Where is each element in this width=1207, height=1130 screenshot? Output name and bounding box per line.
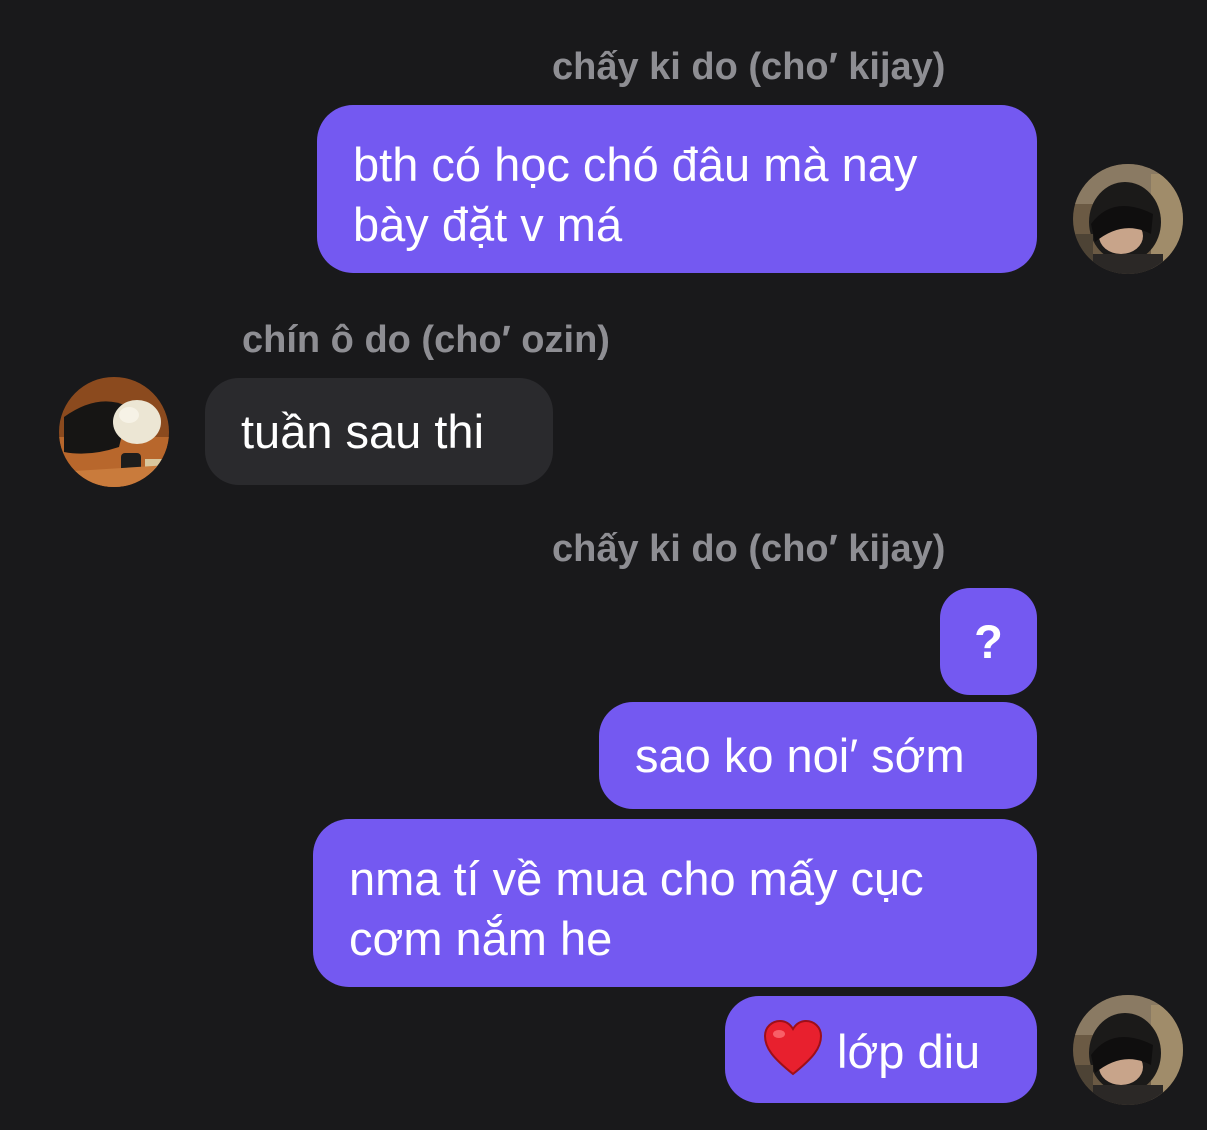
sender-name: chấy ki do (cho′ kijay) xyxy=(552,46,946,88)
message-bubble-outgoing[interactable]: ? xyxy=(940,588,1037,695)
message-text: ? xyxy=(974,615,1003,668)
user-photo-avatar-icon xyxy=(59,377,169,487)
incoming-user-avatar[interactable] xyxy=(59,377,169,487)
message-text: sao ko noi′ sớm xyxy=(635,729,965,782)
user-photo-avatar-icon xyxy=(1073,164,1183,274)
user-photo-avatar-icon xyxy=(1073,995,1183,1105)
message-text: cơm nắm he xyxy=(349,912,613,965)
message-text: nma tí về mua cho mấy cục xyxy=(349,852,924,905)
outgoing-user-avatar[interactable] xyxy=(1073,995,1183,1105)
message-text: bth có học chó đâu mà nay xyxy=(353,138,918,191)
sender-name: chấy ki do (cho′ kijay) xyxy=(552,528,946,570)
message-bubble-outgoing[interactable]: bth có học chó đâu mà nay bày đặt v má xyxy=(317,105,1037,273)
message-text: tuần sau thi xyxy=(241,405,485,458)
message-bubble-outgoing[interactable]: sao ko noi′ sớm xyxy=(599,702,1037,809)
outgoing-user-avatar[interactable] xyxy=(1073,164,1183,274)
chat-thread: chấy ki do (cho′ kijay) bth có học chó đ… xyxy=(0,0,1207,1130)
message-text: bày đặt v má xyxy=(353,198,623,251)
sender-name: chín ô do (cho′ ozin) xyxy=(242,319,610,361)
message-bubble-incoming[interactable]: tuần sau thi xyxy=(205,378,553,485)
message-bubble-outgoing[interactable]: nma tí về mua cho mấy cục cơm nắm he xyxy=(313,819,1037,987)
message-text: lớp diu xyxy=(837,1025,981,1078)
heart-emoji-icon xyxy=(763,1019,823,1090)
message-bubble-outgoing[interactable]: lớp diu xyxy=(725,996,1037,1103)
